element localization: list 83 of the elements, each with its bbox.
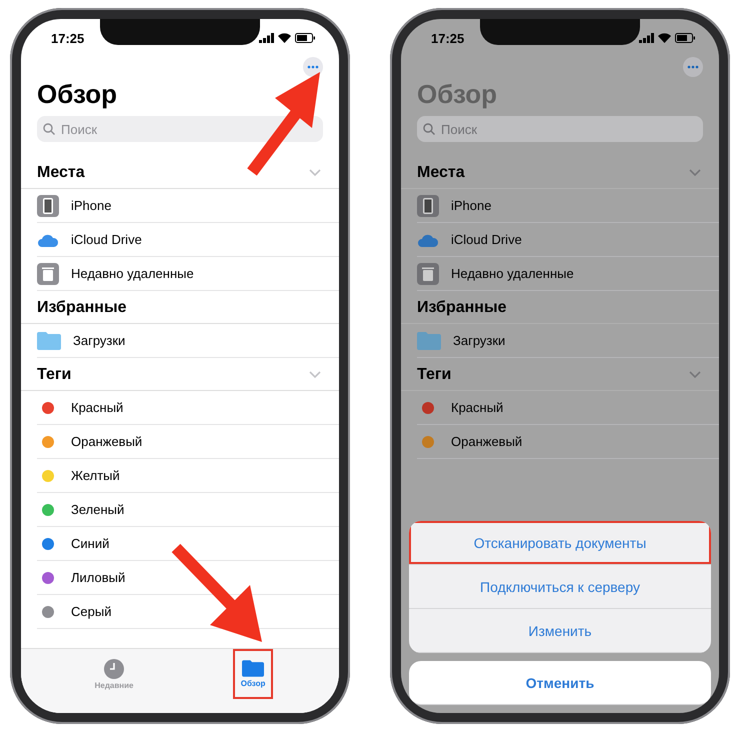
item-label: iPhone [451,198,492,213]
search-input[interactable]: Поиск [439,120,643,138]
ellipsis-icon [687,65,699,69]
item-label: Загрузки [73,333,126,348]
phone-icon [37,194,59,216]
item-label: Оранжевый [451,434,522,449]
section-header[interactable]: Избранные [21,291,339,324]
item-label: Желтый [71,468,120,483]
list-item[interactable]: Загрузки [37,324,339,358]
search-field[interactable]: Поиск [417,116,703,142]
section-title: Теги [37,366,72,384]
page-title: Обзор [416,78,498,111]
list-item[interactable]: iPhone [37,189,339,223]
status-time: 17:25 [51,30,84,46]
item-label: Красный [451,400,504,415]
section-title: Места [37,164,85,182]
chevron-icon[interactable] [689,371,701,379]
list-item[interactable]: Загрузки [417,324,719,358]
list-item[interactable]: Зеленый [37,493,339,527]
status-time: 17:25 [431,30,464,46]
battery-icon [675,33,695,43]
action-button[interactable]: Подключиться к серверу [409,565,711,609]
item-label: Оранжевый [71,434,142,449]
folder-icon [242,660,264,677]
section-title: Места [417,164,465,182]
chevron-icon[interactable] [309,169,321,177]
list-item[interactable]: Красный [417,391,719,425]
list-item[interactable]: Недавно удаленные [417,257,719,291]
item-label: Зеленый [71,502,124,517]
more-button[interactable] [303,57,323,77]
action-button[interactable]: Изменить [409,609,711,653]
ellipsis-icon [307,65,319,69]
section-title: Теги [417,366,452,384]
item-label: iCloud Drive [451,232,522,247]
chevron-icon[interactable] [689,169,701,177]
list-item[interactable]: iCloud Drive [37,223,339,257]
section-header[interactable]: Теги [21,358,339,391]
signal-icon [259,33,274,43]
list-item[interactable]: iCloud Drive [417,223,719,257]
list-item[interactable]: Недавно удаленные [37,257,339,291]
item-label: Красный [71,400,124,415]
wifi-icon [658,33,671,43]
page-title: Обзор [36,78,118,111]
action-button[interactable]: Отсканировать документы [409,521,711,565]
cancel-button[interactable]: Отменить [409,661,711,705]
section-header[interactable]: Избранные [401,291,719,324]
cloud-icon [37,232,59,246]
item-label: Недавно удаленные [71,266,194,281]
cloud-icon [417,232,439,246]
item-label: iCloud Drive [71,232,142,247]
chevron-icon[interactable] [309,371,321,379]
tab[interactable]: Обзор [232,649,274,699]
list-item[interactable]: Синий [37,527,339,561]
list-item[interactable]: Желтый [37,459,339,493]
search-icon [423,123,435,135]
item-label: Загрузки [453,333,506,348]
list-item[interactable]: Оранжевый [417,425,719,459]
list-item[interactable]: Оранжевый [37,425,339,459]
section-title: Избранные [37,299,126,317]
folder-icon [417,332,441,350]
search-field[interactable]: Поиск [37,116,323,142]
trash-icon [417,262,439,284]
clock-icon [104,658,124,678]
search-icon [43,123,55,135]
more-button[interactable] [683,57,703,77]
trash-icon [37,262,59,284]
section-title: Избранные [417,299,506,317]
list-item[interactable]: iPhone [417,189,719,223]
list-item[interactable]: Красный [37,391,339,425]
battery-icon [295,33,315,43]
item-label: Синий [71,536,110,551]
section-header[interactable]: Места [401,156,719,189]
wifi-icon [278,33,291,43]
item-label: Лиловый [71,570,126,585]
folder-icon [37,332,61,350]
section-header[interactable]: Места [21,156,339,189]
search-input[interactable]: Поиск [59,120,263,138]
item-label: Недавно удаленные [451,266,574,281]
item-label: iPhone [71,198,112,213]
section-header[interactable]: Теги [401,358,719,391]
phone-icon [417,194,439,216]
item-label: Серый [71,604,112,619]
signal-icon [639,33,654,43]
